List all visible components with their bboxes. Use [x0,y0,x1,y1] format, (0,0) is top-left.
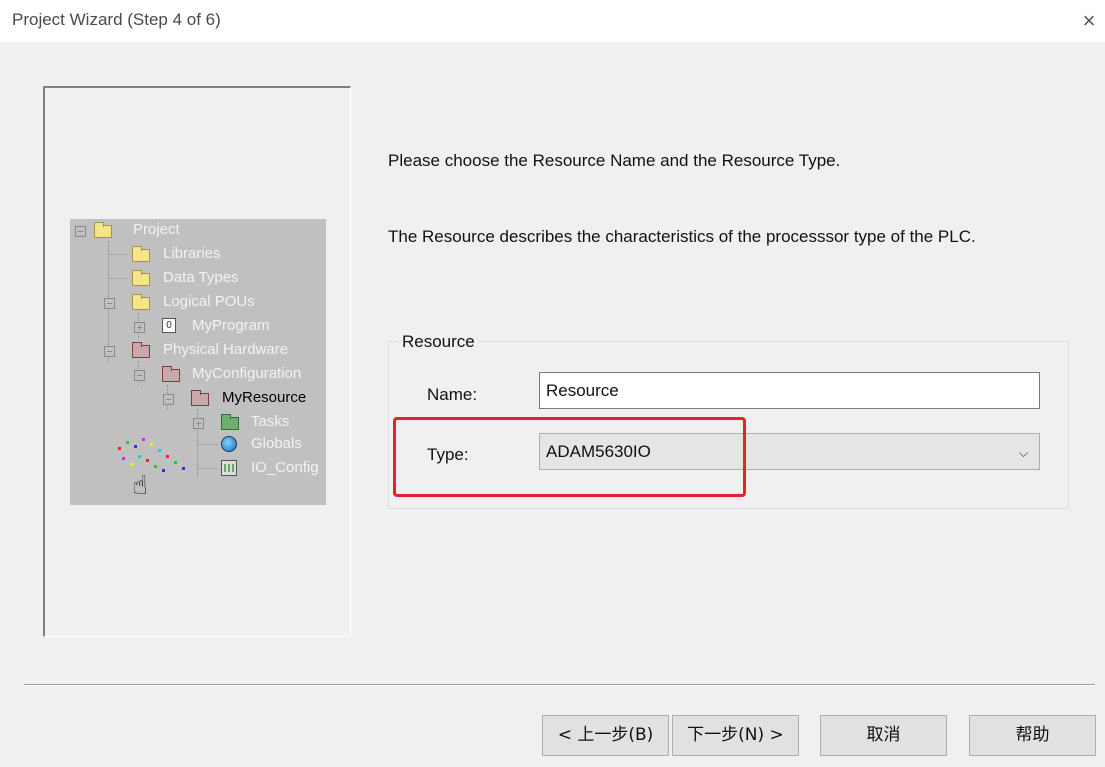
resource-folder-icon [191,390,209,406]
instruction-text: Please choose the Resource Name and the … [388,151,841,170]
sparkle-dot [134,445,137,448]
tree-item-project: Project [133,221,180,238]
tree-item-logical-pous: Logical POUs [163,293,255,310]
hardware-folder-icon [132,342,150,358]
tree-item-tasks: Tasks [251,413,290,430]
sparkle-dot [174,461,177,464]
io-config-icon [221,460,237,476]
globe-icon [221,436,237,452]
back-button[interactable]: < 上一步(B) [542,715,669,756]
tree-line [197,444,217,445]
tasks-folder-icon [221,414,239,430]
sparkle-dot [122,457,125,460]
sparkle-dot [142,438,145,441]
pointing-hand-icon: ☝ [132,470,148,500]
footer-separator [24,684,1095,686]
chevron-down-icon[interactable]: ⌵ [1019,446,1028,461]
sparkle-dot [130,463,133,466]
cancel-button[interactable]: 取消 [820,715,947,756]
folder-icon [132,270,150,286]
open-folder-icon [94,222,112,238]
sparkle-dot [182,467,185,470]
name-label: Name: [427,385,478,404]
sparkle-dot [154,465,157,468]
tree-item-data-types: Data Types [163,269,239,286]
expand-box-icon [193,418,204,429]
tree-item-myprogram: MyProgram [192,317,270,334]
tree-line [108,278,128,279]
tree-line [108,254,128,255]
project-tree-illustration: Project Libraries Data Types Logical POU… [70,219,326,505]
tree-item-io-config: IO_Config [251,459,319,476]
configuration-folder-icon [162,366,180,382]
sparkle-dot [138,455,141,458]
description-text: The Resource describes the characteristi… [388,227,976,246]
program-icon: 0 [162,318,176,333]
collapse-box-icon [134,370,145,381]
collapse-box-icon [104,298,115,309]
resource-group-label: Resource [398,332,479,352]
open-folder-icon [132,294,150,310]
title-bar: Project Wizard (Step 4 of 6) × [0,0,1105,42]
sparkle-dot [162,469,165,472]
tree-item-physical-hardware: Physical Hardware [163,341,289,358]
sparkle-dot [146,459,149,462]
sparkle-dot [118,447,121,450]
tree-item-globals: Globals [251,435,302,452]
collapse-box-icon [163,394,174,405]
tree-item-myconfiguration: MyConfiguration [192,365,302,382]
next-button[interactable]: 下一步(N) > [672,715,799,756]
sparkle-dot [166,455,169,458]
sparkle-dot [158,449,161,452]
close-icon[interactable]: × [1076,8,1102,34]
sparkle-dot [126,441,129,444]
collapse-box-icon [104,346,115,357]
resource-name-input[interactable] [539,372,1040,409]
expand-box-icon [134,322,145,333]
window-title: Project Wizard (Step 4 of 6) [12,10,221,29]
folder-icon [132,246,150,262]
tree-line [197,468,217,469]
red-highlight-box [393,417,746,497]
tree-item-libraries: Libraries [163,245,221,262]
tree-item-myresource: MyResource [222,389,307,406]
collapse-box-icon [75,226,86,237]
sparkle-dot [150,443,153,446]
help-button[interactable]: 帮助 [969,715,1096,756]
